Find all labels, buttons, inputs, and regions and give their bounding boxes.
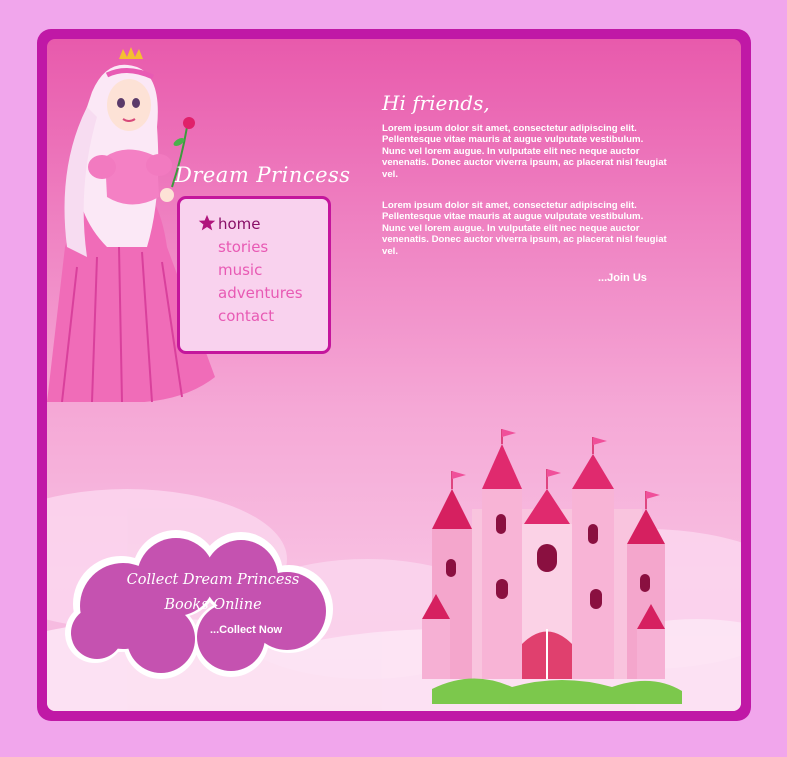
join-us-link[interactable]: ...Join Us [598, 272, 647, 284]
collect-now-link[interactable]: ...Collect Now [210, 624, 282, 636]
greeting-heading: Hi friends, [382, 91, 490, 115]
page-frame: Dream Princess home stories music advent… [37, 29, 751, 721]
intro-paragraph: Lorem ipsum dolor sit amet, consectetur … [382, 200, 667, 257]
nav-item-home[interactable]: home [218, 213, 303, 236]
content-panel: Dream Princess home stories music advent… [47, 39, 741, 711]
promo-text: Collect Dream Princess Books Online [83, 568, 343, 618]
main-navigation: home stories music adventures contact [177, 196, 331, 354]
nav-item-contact[interactable]: contact [218, 305, 303, 328]
promo-line: Books Online [164, 597, 262, 613]
nav-item-stories[interactable]: stories [218, 236, 303, 259]
nav-item-music[interactable]: music [218, 259, 303, 282]
promo-line: Collect Dream Princess [126, 572, 300, 588]
intro-paragraph: Lorem ipsum dolor sit amet, consectetur … [382, 123, 667, 180]
site-title: Dream Princess [175, 163, 351, 187]
nav-item-adventures[interactable]: adventures [218, 282, 303, 305]
castle-illustration [422, 429, 682, 704]
star-icon [198, 214, 216, 231]
